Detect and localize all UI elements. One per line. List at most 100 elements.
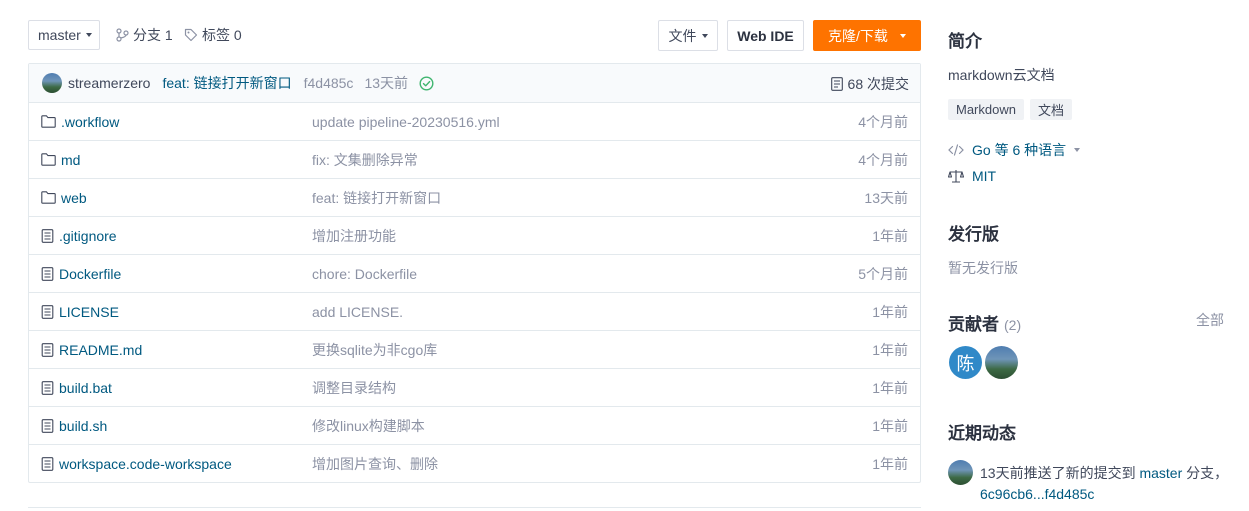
file-commit-message[interactable]: feat: 链接打开新窗口: [312, 188, 441, 208]
file-commit-message[interactable]: 修改linux构建脚本: [312, 416, 425, 436]
file-link[interactable]: build.sh: [41, 418, 107, 434]
commit-time: 13天前: [364, 75, 409, 91]
file-name: Dockerfile: [59, 265, 122, 282]
file-time: 1年前: [872, 379, 908, 396]
activity-text-suffix: 分支，: [1186, 465, 1229, 481]
avatar[interactable]: 陈: [949, 346, 982, 379]
releases-empty-text: 暂无发行版: [948, 260, 1018, 276]
activity-branch-link[interactable]: master: [1139, 465, 1182, 481]
table-row: LICENSE add LICENSE. 1年前: [29, 293, 920, 331]
branch-icon: [116, 28, 129, 42]
file-link[interactable]: README.md: [41, 342, 142, 358]
file-name: build.sh: [59, 417, 108, 434]
table-row: README.md 更换sqlite为非cgo库 1年前: [29, 331, 920, 369]
topic-tag[interactable]: 文档: [1030, 99, 1073, 120]
file-name: .gitignore: [59, 227, 117, 244]
contributors-all-link[interactable]: 全部: [1196, 310, 1224, 330]
file-link[interactable]: .gitignore: [41, 228, 117, 244]
file-link[interactable]: Dockerfile: [41, 266, 121, 282]
table-row: .workflow update pipeline-20230516.yml 4…: [29, 103, 920, 141]
table-row: Dockerfile chore: Dockerfile 5个月前: [29, 255, 920, 293]
file-name: workspace.code-workspace: [59, 456, 232, 472]
file-name: README.md: [59, 341, 143, 358]
avatar[interactable]: [42, 73, 62, 93]
file-icon: [41, 342, 54, 357]
table-row: workspace.code-workspace 增加图片查询、删除 1年前: [29, 445, 920, 483]
clone-download-label: 克隆/下载: [828, 27, 888, 44]
file-time: 1年前: [872, 227, 908, 244]
file-commit-message[interactable]: add LICENSE.: [312, 304, 403, 320]
file-time: 4个月前: [858, 113, 908, 130]
branch-select-label: master: [38, 27, 81, 43]
activity-title: 近期动态: [948, 424, 1016, 443]
file-link[interactable]: build.bat: [41, 380, 112, 396]
file-commit-message[interactable]: 增加注册功能: [312, 226, 396, 246]
file-commit-message[interactable]: fix: 文集删除异常: [312, 150, 418, 170]
file-time: 1年前: [872, 456, 908, 472]
web-ide-label: Web IDE: [737, 27, 794, 44]
file-icon: [41, 228, 54, 243]
file-name: build.bat: [59, 379, 112, 396]
check-circle-icon[interactable]: [419, 75, 434, 91]
file-commit-message[interactable]: 调整目录结构: [312, 378, 396, 398]
divider: [28, 507, 921, 508]
branch-select[interactable]: master: [28, 20, 100, 50]
table-row: build.bat 调整目录结构 1年前: [29, 369, 920, 407]
file-time: 5个月前: [858, 265, 908, 282]
file-link[interactable]: md: [41, 152, 80, 168]
tags-label: 标签 0: [202, 27, 242, 43]
file-link[interactable]: web: [41, 190, 87, 206]
languages-link[interactable]: Go 等 6 种语言: [948, 140, 1081, 160]
avatar[interactable]: [985, 346, 1018, 379]
chevron-down-icon: [85, 33, 92, 37]
file-icon: [41, 380, 54, 395]
commit-author[interactable]: streamerzero: [68, 75, 150, 91]
activity-text-prefix: 13天前推送了新的提交到: [980, 465, 1136, 481]
file-menu-button[interactable]: 文件: [658, 20, 718, 51]
branches-label: 分支 1: [133, 27, 173, 43]
avatar[interactable]: [948, 460, 973, 485]
chevron-down-icon: [899, 33, 906, 38]
intro-title: 简介: [948, 32, 982, 51]
file-link[interactable]: LICENSE: [41, 304, 119, 320]
license-link[interactable]: MIT: [948, 168, 996, 184]
file-name: LICENSE: [59, 303, 119, 320]
commit-count-label: 68 次提交: [847, 75, 909, 92]
file-list: streamerzero feat: 链接打开新窗口 f4d485c 13天前 …: [28, 63, 921, 483]
file-icon: [41, 418, 54, 433]
file-time: 1年前: [872, 417, 908, 434]
clone-download-button[interactable]: 克隆/下载: [813, 20, 921, 51]
license-label: MIT: [972, 168, 997, 184]
file-icon: [41, 266, 54, 281]
releases-title: 发行版: [948, 225, 999, 244]
activity-compare-link[interactable]: 6c96cb6...f4d485c: [980, 486, 1094, 502]
file-time: 4个月前: [858, 151, 908, 168]
file-link[interactable]: workspace.code-workspace: [41, 456, 232, 472]
folder-icon: [41, 191, 56, 204]
commit-message[interactable]: feat: 链接打开新窗口: [162, 73, 291, 93]
tags-link[interactable]: 标签 0: [184, 20, 242, 50]
commit-count-link[interactable]: 68 次提交: [830, 64, 909, 103]
file-commit-message[interactable]: 更换sqlite为非cgo库: [312, 340, 437, 360]
file-time: 1年前: [872, 303, 908, 320]
folder-icon: [41, 115, 56, 128]
file-commit-message[interactable]: 增加图片查询、删除: [312, 454, 438, 474]
code-icon: [948, 144, 964, 156]
contributors-title: 贡献者 (2): [948, 310, 1021, 335]
file-icon: [41, 304, 54, 319]
scale-icon: [948, 170, 964, 183]
file-name: web: [61, 189, 87, 206]
latest-commit-bar: streamerzero feat: 链接打开新窗口 f4d485c 13天前 …: [29, 64, 920, 103]
file-name: .workflow: [61, 113, 120, 130]
contributors-title-label: 贡献者: [948, 315, 999, 334]
chevron-down-icon: [701, 33, 708, 38]
commit-hash[interactable]: f4d485c: [304, 75, 354, 91]
file-link[interactable]: .workflow: [41, 114, 119, 130]
topic-tag[interactable]: Markdown: [948, 99, 1024, 120]
web-ide-button[interactable]: Web IDE: [727, 20, 804, 51]
file-commit-message[interactable]: update pipeline-20230516.yml: [312, 114, 500, 130]
branches-link[interactable]: 分支 1: [116, 20, 173, 50]
file-name: md: [61, 151, 81, 168]
file-commit-message[interactable]: chore: Dockerfile: [312, 266, 417, 282]
chevron-down-icon: [1074, 148, 1081, 152]
